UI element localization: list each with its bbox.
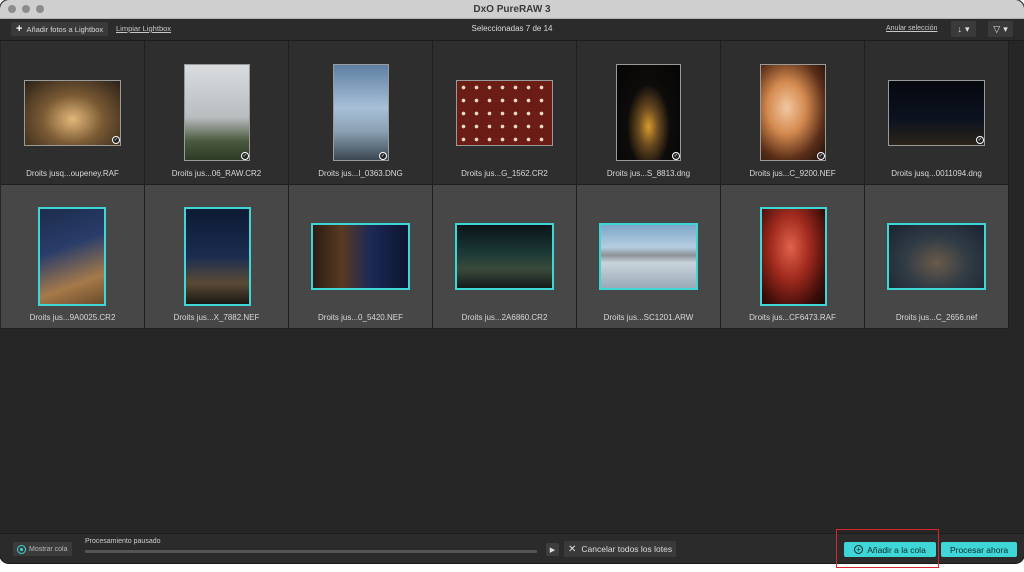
add-to-queue-label: Añadir a la cola xyxy=(867,544,926,555)
check-icon: ✓ xyxy=(112,136,120,144)
photo-cell-selected[interactable]: Droits jus...X_7882.NEF xyxy=(145,185,289,329)
photo-cell[interactable]: Droits jus...G_1562.CR2 xyxy=(433,41,577,185)
photo-cell-selected[interactable]: Droits jus...SC1201.ARW xyxy=(577,185,721,329)
chevron-down-icon: ▾ xyxy=(1003,23,1008,34)
photo-filename: Droits jus...CF6473.RAF xyxy=(749,313,836,322)
photo-filename: Droits jus...9A0025.CR2 xyxy=(29,313,116,322)
app-window: DxO PureRAW 3 + Añadir fotos a Lightbox … xyxy=(0,0,1024,563)
photo-filename: Droits jus...I_0363.DNG xyxy=(318,169,403,178)
title-bar: DxO PureRAW 3 xyxy=(0,0,1024,19)
photo-cell[interactable]: ✓ Droits jusq...0011094.dng xyxy=(865,41,1009,185)
cancel-all-label: Cancelar todos los lotes xyxy=(581,544,673,554)
photo-filename: Droits jus...06_RAW.CR2 xyxy=(171,169,262,178)
process-now-label: Procesar ahora xyxy=(949,544,1009,555)
photo-filename: Droits jusq...0011094.dng xyxy=(891,169,982,178)
clear-lightbox-link[interactable]: Limpiar Lightbox xyxy=(116,24,171,33)
close-icon: ✕ xyxy=(568,543,577,555)
photo-thumbnail[interactable] xyxy=(456,80,553,146)
progress-bar xyxy=(85,550,537,553)
photo-filename: Droits jus...S_8813.dng xyxy=(606,169,691,178)
bottom-bar: Mostrar cola Procesamiento pausado ▶ ✕ C… xyxy=(0,533,1024,563)
filter-icon: ▽ xyxy=(993,23,1001,34)
resume-button[interactable]: ▶ xyxy=(546,543,559,556)
window-controls xyxy=(8,5,44,13)
photo-thumbnail[interactable] xyxy=(24,80,121,146)
photo-cell-selected[interactable]: Droits jus...2A6860.CR2 xyxy=(433,185,577,329)
photo-cell[interactable]: ✓ Droits jusq...oupeney.RAF xyxy=(1,41,145,185)
photo-thumbnail[interactable] xyxy=(760,207,827,306)
photo-cell-selected[interactable]: Droits jus...C_2656.nef xyxy=(865,185,1009,329)
photo-cell-selected[interactable]: Droits jus...9A0025.CR2 xyxy=(1,185,145,329)
photo-filename: Droits jus...C_2656.nef xyxy=(895,313,978,322)
cancel-all-button[interactable]: ✕ Cancelar todos los lotes xyxy=(564,541,677,557)
photo-filename: Droits jusq...oupeney.RAF xyxy=(26,169,119,178)
queue-icon xyxy=(17,544,26,554)
photo-cell-selected[interactable]: Droits jus...0_5420.NEF xyxy=(289,185,433,329)
play-icon: ▶ xyxy=(549,546,556,554)
check-icon: ✓ xyxy=(672,152,680,160)
sort-button[interactable]: ↓ ▾ xyxy=(951,21,976,37)
toolbar: + Añadir fotos a Lightbox Limpiar Lightb… xyxy=(0,19,1024,41)
photo-thumbnail[interactable] xyxy=(888,80,985,146)
photo-filename: Droits jus...C_9200.NEF xyxy=(749,169,836,178)
photo-thumbnail[interactable] xyxy=(38,207,106,306)
show-queue-label: Mostrar cola xyxy=(29,545,68,553)
process-now-button[interactable]: Procesar ahora xyxy=(941,542,1017,557)
photo-cell[interactable]: ✓ Droits jus...S_8813.dng xyxy=(577,41,721,185)
check-icon: ✓ xyxy=(976,136,984,144)
add-to-queue-button[interactable]: + Añadir a la cola xyxy=(844,542,936,557)
chevron-down-icon: ▾ xyxy=(964,23,970,34)
lightbox-grid: ✓ Droits jusq...oupeney.RAF ✓ Droits jus… xyxy=(1,41,1012,329)
add-photos-button[interactable]: + Añadir fotos a Lightbox xyxy=(11,22,109,36)
plus-circle-icon: + xyxy=(854,545,864,554)
photo-thumbnail[interactable] xyxy=(333,64,389,161)
check-icon: ✓ xyxy=(817,152,825,160)
photo-thumbnail[interactable] xyxy=(599,223,698,290)
undo-selection-link[interactable]: Anular selección xyxy=(886,25,937,32)
photo-thumbnail[interactable] xyxy=(184,207,251,306)
photo-thumbnail[interactable] xyxy=(887,223,986,290)
sort-icon: ↓ xyxy=(957,24,962,34)
processing-status: Procesamiento pausado xyxy=(85,538,161,545)
show-queue-button[interactable]: Mostrar cola xyxy=(13,542,72,556)
photo-filename: Droits jus...2A6860.CR2 xyxy=(461,313,548,322)
plus-icon: + xyxy=(16,23,23,35)
photo-cell[interactable]: ✓ Droits jus...C_9200.NEF xyxy=(721,41,865,185)
photo-thumbnail[interactable] xyxy=(311,223,410,290)
photo-filename: Droits jus...X_7882.NEF xyxy=(173,313,260,322)
photo-filename: Droits jus...SC1201.ARW xyxy=(603,313,694,322)
check-icon: ✓ xyxy=(241,152,249,160)
add-photos-label: Añadir fotos a Lightbox xyxy=(26,24,104,34)
check-icon: ✓ xyxy=(379,152,387,160)
photo-cell[interactable]: ✓ Droits jus...I_0363.DNG xyxy=(289,41,433,185)
zoom-window-button[interactable] xyxy=(36,5,44,13)
photo-thumbnail[interactable] xyxy=(760,64,826,161)
filter-button[interactable]: ▽ ▾ xyxy=(988,21,1013,37)
photo-cell-selected[interactable]: Droits jus...CF6473.RAF xyxy=(721,185,865,329)
photo-thumbnail[interactable] xyxy=(616,64,681,161)
window-title: DxO PureRAW 3 xyxy=(473,3,551,15)
photo-thumbnail[interactable] xyxy=(184,64,250,161)
minimize-window-button[interactable] xyxy=(22,5,30,13)
photo-thumbnail[interactable] xyxy=(455,223,554,290)
close-window-button[interactable] xyxy=(8,5,16,13)
photo-filename: Droits jus...0_5420.NEF xyxy=(318,313,403,322)
photo-filename: Droits jus...G_1562.CR2 xyxy=(461,169,548,178)
photo-cell[interactable]: ✓ Droits jus...06_RAW.CR2 xyxy=(145,41,289,185)
